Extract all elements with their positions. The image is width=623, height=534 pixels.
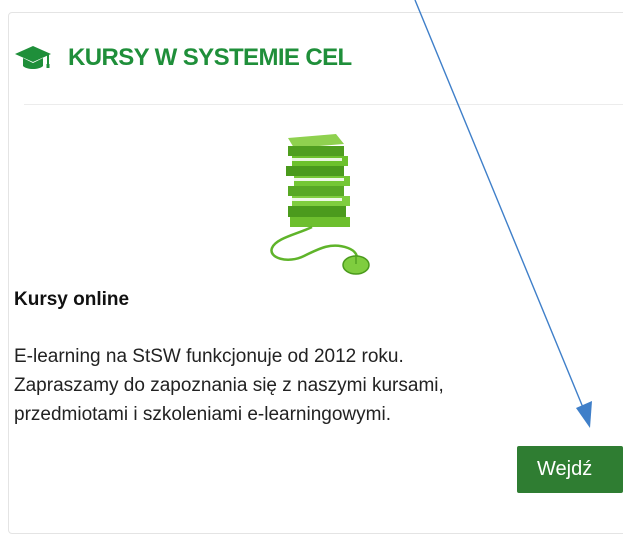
books-and-mouse-icon <box>270 134 370 275</box>
description-line: Zapraszamy do zapoznania się z naszymi k… <box>14 375 444 396</box>
description-line: przedmiotami i szkoleniami e-learningowy… <box>14 404 391 425</box>
card-title: KURSY W SYSTEMIE CEL <box>68 44 352 71</box>
section-subtitle: Kursy online <box>14 289 130 310</box>
card-header: KURSY W SYSTEMIE CEL <box>14 38 352 78</box>
header-divider <box>24 104 623 105</box>
card-description: E-learning na StSW funkcjonuje od 2012 r… <box>14 342 614 429</box>
description-line: E-learning na StSW funkcjonuje od 2012 r… <box>14 346 404 367</box>
enter-button[interactable]: Wejdź <box>517 446 623 493</box>
graduation-cap-icon <box>15 46 51 69</box>
